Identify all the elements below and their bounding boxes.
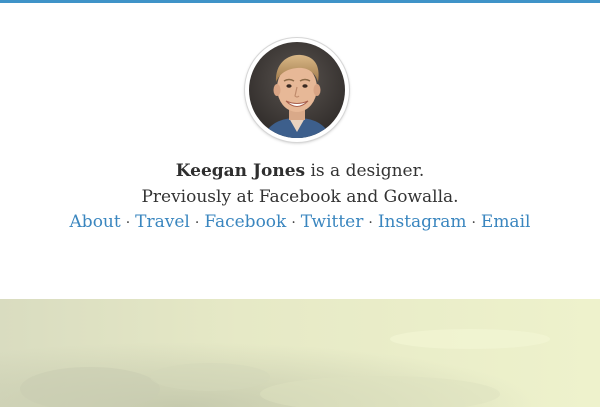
link-about[interactable]: About (70, 212, 121, 232)
separator-dot: · (368, 215, 373, 231)
landscape-photo-icon (0, 299, 600, 407)
link-instagram[interactable]: Instagram (378, 212, 467, 232)
separator-dot: · (194, 215, 200, 231)
separator-dot: · (125, 215, 131, 231)
link-email[interactable]: Email (481, 212, 531, 232)
profile-portrait-icon (249, 42, 345, 138)
link-twitter[interactable]: Twitter (301, 212, 364, 232)
bio-previously: Previously at Facebook and Gowalla. (141, 186, 459, 207)
person-tagline: is a designer. (310, 161, 425, 181)
person-name: Keegan Jones (175, 161, 306, 181)
hero-landscape-image (0, 299, 600, 407)
social-links: About · Travel · Facebook · Twitter · Instagram ·… (0, 210, 600, 237)
avatar-photo (249, 42, 345, 138)
avatar (245, 38, 349, 142)
link-travel[interactable]: Travel (135, 212, 190, 232)
separator-dot: · (291, 215, 296, 231)
top-accent-bar (0, 0, 600, 3)
separator-dot: · (471, 215, 476, 231)
link-facebook[interactable]: Facebook (204, 212, 286, 232)
bio-section: Keegan Jones is a designer. Previously a… (0, 159, 600, 237)
bio-intro: Keegan Jones is a designer. (0, 159, 600, 185)
